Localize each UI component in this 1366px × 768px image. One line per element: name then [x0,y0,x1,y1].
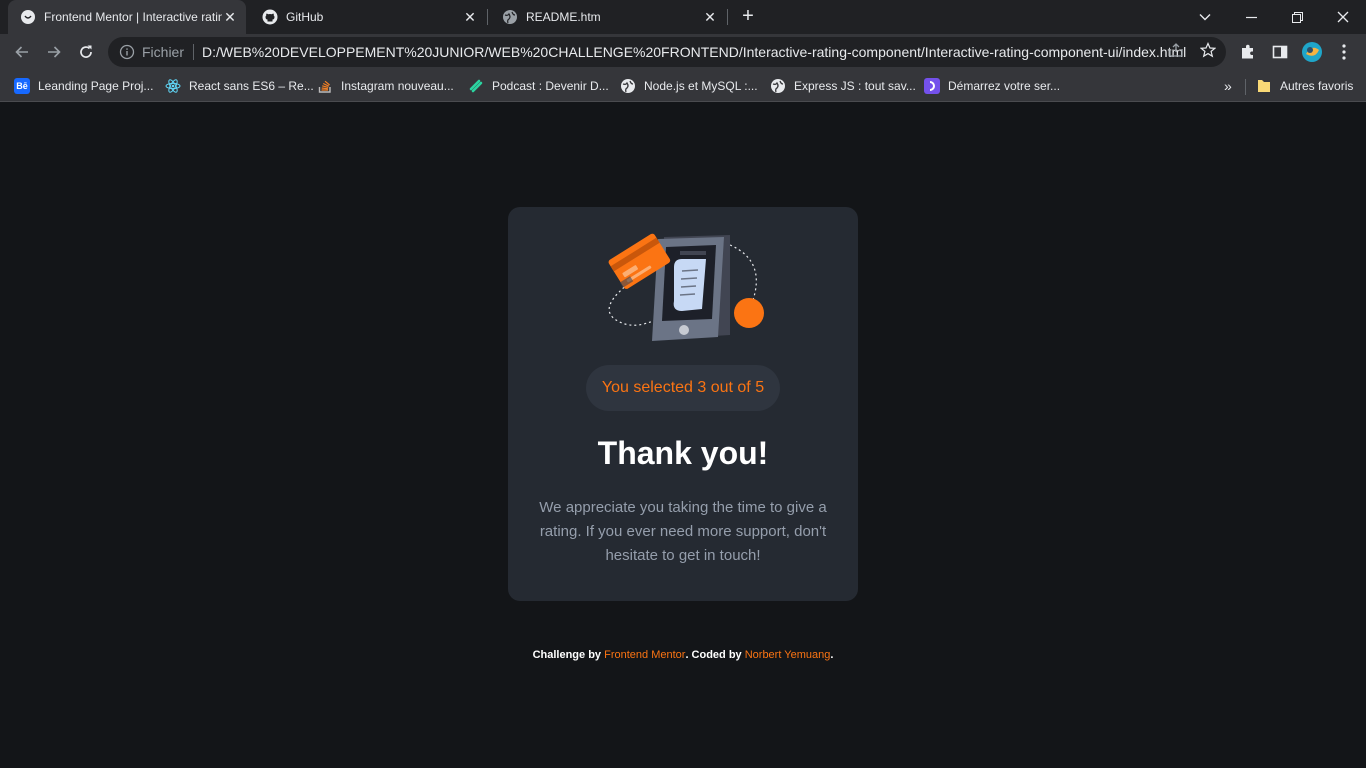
bookmark-item[interactable]: React sans ES6 – Re... [165,76,314,96]
tab-title: GitHub [286,10,324,24]
forward-button[interactable] [40,38,68,66]
attribution-prefix: Challenge by [532,649,605,661]
payment-illustration [602,231,766,343]
behance-icon: Bē [14,78,30,94]
bookmark-label: Autres favoris [1280,79,1354,93]
tab-search-icon[interactable] [1182,0,1228,34]
address-scheme-label: Fichier [142,44,185,60]
minimize-button[interactable] [1228,0,1274,34]
bookmark-label: Démarrez votre ser... [948,79,1061,93]
frontend-mentor-favicon [20,9,36,25]
close-tab-icon[interactable]: ✕ [702,9,718,25]
address-bar[interactable]: Fichier D:/WEB%20DEVELOPPEMENT%20JUNIOR/… [108,37,1226,67]
tab-title: Frontend Mentor | Interactive rating com… [44,10,222,24]
attribution-middle: . Coded by [685,649,745,661]
extensions-icon[interactable] [1238,42,1258,62]
tab-separator [487,9,488,25]
thank-you-card: You selected 3 out of 5 Thank you! We ap… [508,207,858,601]
bookmark-label: Instagram nouveau... [341,79,454,93]
stackoverflow-icon [317,78,333,94]
bookmark-label: Node.js et MySQL :... [644,79,758,93]
bookmark-item[interactable]: Bē Leanding Page Proj... [14,76,153,96]
bookmarks-divider [1245,79,1246,95]
globe-icon [620,78,636,94]
bookmark-label: React sans ES6 – Re... [189,79,314,93]
address-url[interactable]: D:/WEB%20DEVELOPPEMENT%20JUNIOR/WEB%20CH… [202,44,1226,60]
tab-strip: Frontend Mentor | Interactive rating com… [0,0,1366,34]
profile-avatar[interactable] [1302,42,1322,62]
tab-title: README.htm [526,10,601,24]
attribution: Challenge by Frontend Mentor. Coded by N… [0,649,1366,661]
frontend-mentor-link[interactable]: Frontend Mentor [604,649,685,661]
close-tab-icon[interactable]: ✕ [462,9,478,25]
bookmark-label: Leanding Page Proj... [38,79,154,93]
bookmark-item[interactable]: Node.js et MySQL :... [620,76,758,96]
openclassrooms-icon [924,78,940,94]
site-info-icon[interactable] [119,44,135,60]
other-bookmarks-folder[interactable]: Autres favoris [1256,76,1353,96]
bookmark-item[interactable]: Démarrez votre ser... [924,76,1060,96]
bookmark-star-icon[interactable] [1199,41,1217,59]
podcast-icon [468,78,484,94]
share-icon[interactable] [1167,41,1185,59]
bookmark-item[interactable]: Express JS : tout sav... [770,76,916,96]
browser-toolbar: Fichier D:/WEB%20DEVELOPPEMENT%20JUNIOR/… [0,34,1366,70]
react-icon [165,78,181,94]
tab-readme[interactable]: README.htm ✕ [490,0,726,34]
back-button[interactable] [8,38,36,66]
close-window-button[interactable] [1320,0,1366,34]
bookmark-item[interactable]: Instagram nouveau... [317,76,454,96]
selection-badge: You selected 3 out of 5 [586,365,780,411]
page-title: Thank you! [597,435,769,471]
tab-github[interactable]: GitHub ✕ [250,0,486,34]
menu-kebab-icon[interactable] [1334,42,1354,62]
new-tab-button[interactable]: + [738,6,758,27]
globe-icon [770,78,786,94]
reload-button[interactable] [72,38,100,66]
bookmark-label: Podcast : Devenir D... [492,79,609,93]
attribution-suffix: . [830,649,834,661]
restore-button[interactable] [1274,0,1320,34]
author-link[interactable]: Norbert Yemuang [745,649,831,661]
close-tab-icon[interactable]: ✕ [222,9,238,25]
more-bookmarks-button[interactable]: » [1224,76,1232,96]
tab-frontend-mentor[interactable]: Frontend Mentor | Interactive rating com… [8,0,246,34]
github-icon [262,9,278,25]
address-divider [193,44,195,60]
tab-separator [727,9,728,25]
bookmarks-bar: Bē Leanding Page Proj... React sans ES6 … [0,70,1366,102]
folder-icon [1256,78,1272,94]
bookmark-label: Express JS : tout sav... [794,79,916,93]
side-panel-icon[interactable] [1270,42,1290,62]
globe-icon [502,9,518,25]
bookmark-item[interactable]: Podcast : Devenir D... [468,76,609,96]
thank-you-message: We appreciate you taking the time to giv… [539,499,827,564]
